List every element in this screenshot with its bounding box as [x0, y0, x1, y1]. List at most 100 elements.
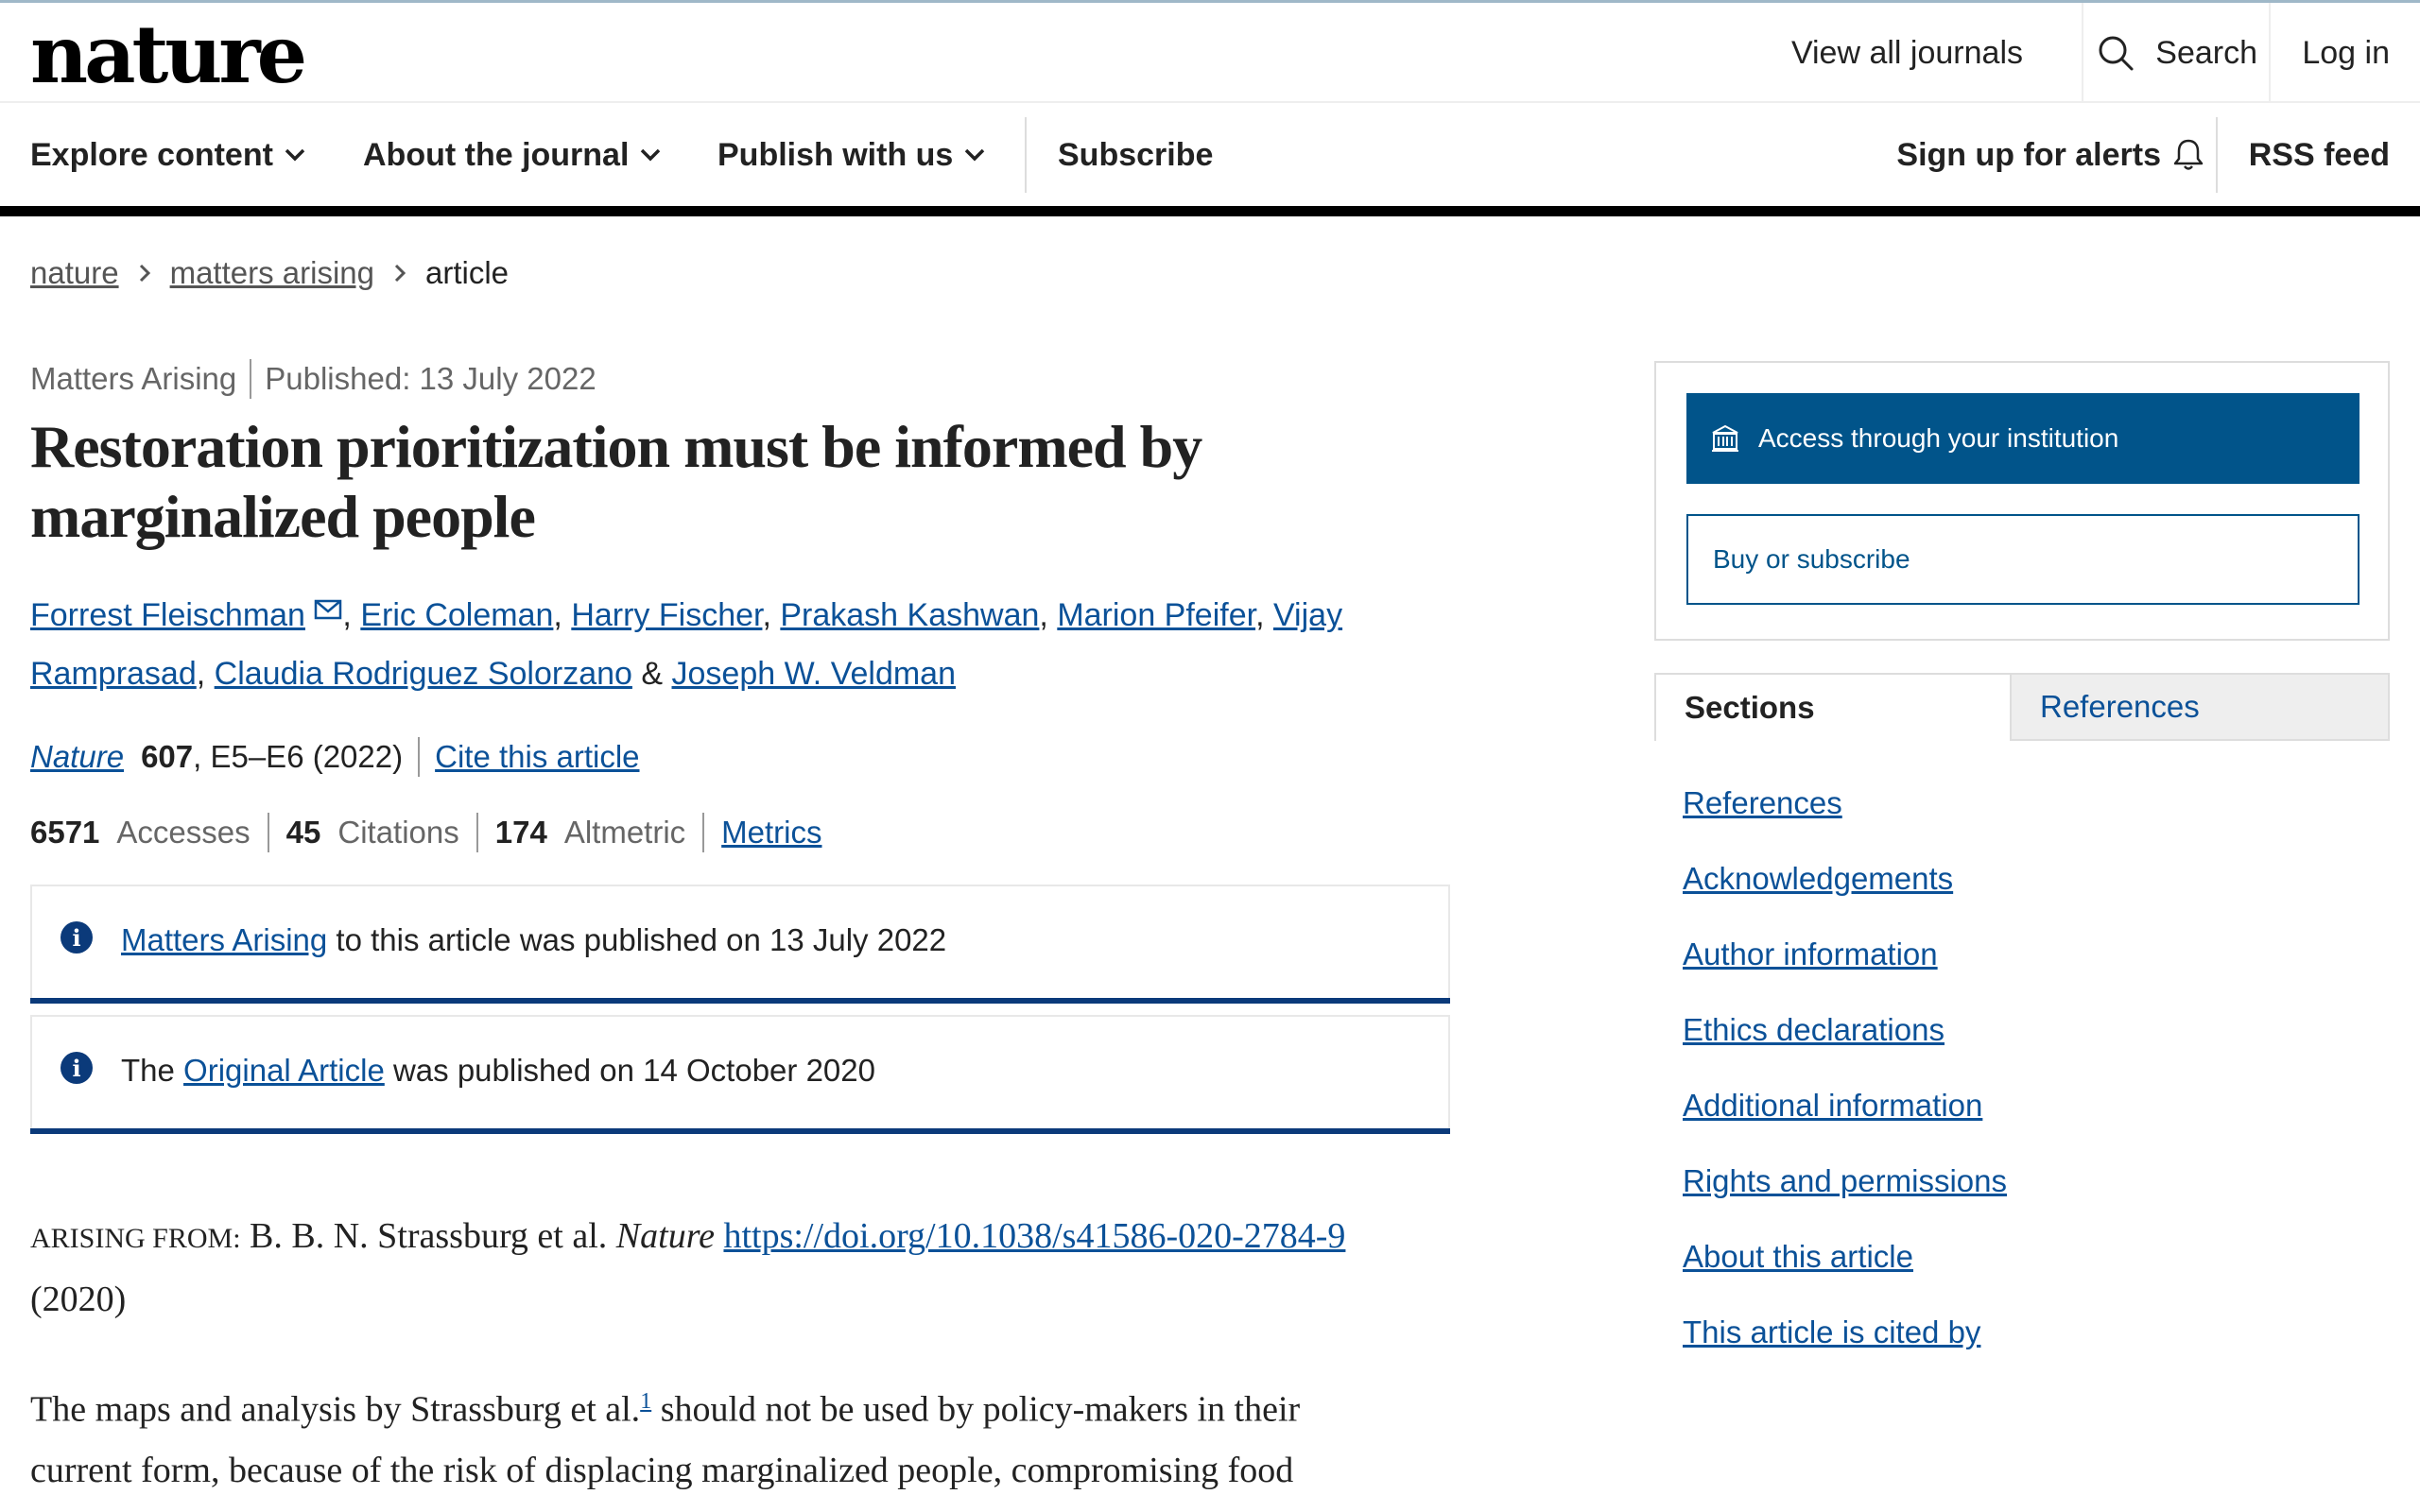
original-article-link[interactable]: Original Article — [183, 1053, 385, 1088]
notice-text: The Original Article was published on 14… — [121, 1053, 875, 1088]
author-link[interactable]: Eric Coleman — [360, 597, 553, 633]
nav-publish-label: Publish with us — [717, 136, 954, 173]
arising-doi-link[interactable]: https://doi.org/10.1038/s41586-020-2784-… — [723, 1216, 1345, 1256]
site-header: nature View all journals Search Log in — [0, 3, 2420, 103]
section-item: Additional information — [1683, 1068, 2007, 1143]
citations-count: 45 — [285, 815, 321, 850]
section-link-additional-information[interactable]: Additional information — [1683, 1088, 1982, 1124]
nav-about-label: About the journal — [363, 136, 630, 173]
cite-this-article-link[interactable]: Cite this article — [435, 739, 639, 775]
metrics-link[interactable]: Metrics — [721, 815, 821, 850]
meta-divider — [250, 359, 252, 399]
author-link[interactable]: Joseph W. Veldman — [672, 656, 957, 692]
body-text: The maps and analysis by Strassburg et a… — [30, 1389, 641, 1430]
pages-year: , E5–E6 (2022) — [193, 739, 404, 774]
access-institution-button[interactable]: Access through your institution — [1686, 393, 2360, 484]
breadcrumb-matters-arising[interactable]: matters arising — [170, 255, 374, 291]
chevron-right-icon — [393, 263, 406, 284]
section-link-references[interactable]: References — [1683, 785, 1842, 821]
author-link[interactable]: Forrest Fleischman — [30, 597, 305, 633]
sidebar-tabs: Sections References — [1654, 673, 2390, 741]
matters-arising-link[interactable]: Matters Arising — [121, 922, 327, 957]
search-icon — [2099, 36, 2134, 71]
article-title: Restoration prioritization must be infor… — [30, 413, 1202, 550]
section-link-about-article[interactable]: About this article — [1683, 1239, 1913, 1275]
info-icon: i — [60, 921, 93, 954]
meta-divider — [475, 813, 478, 852]
section-item: Rights and permissions — [1683, 1143, 2007, 1219]
article-type: Matters Arising — [30, 361, 237, 396]
view-all-journals-link[interactable]: View all journals — [1791, 3, 2023, 103]
nav-publish[interactable]: Publish with us — [717, 104, 985, 206]
login-link[interactable]: Log in — [2302, 3, 2390, 103]
notice-text: Matters Arising to this article was publ… — [121, 922, 947, 957]
chevron-down-icon — [641, 148, 661, 162]
header-divider — [2269, 3, 2271, 103]
access-institution-label: Access through your institution — [1758, 423, 2119, 453]
meta-divider — [702, 813, 705, 852]
tab-sections[interactable]: Sections — [1654, 673, 2010, 741]
main-nav: Explore content About the journal Publis… — [0, 104, 2420, 206]
article-body: The maps and analysis by Strassburg et a… — [30, 1368, 1410, 1501]
section-item: This article is cited by — [1683, 1295, 2007, 1370]
chevron-down-icon — [285, 148, 305, 162]
author-link[interactable]: Claudia Rodriguez Solorzano — [215, 656, 632, 692]
bell-icon — [2173, 139, 2204, 170]
arising-label: ARISING FROM: — [30, 1223, 241, 1254]
section-item: References — [1683, 765, 2007, 841]
section-link-rights-permissions[interactable]: Rights and permissions — [1683, 1163, 2007, 1199]
section-link-acknowledgements[interactable]: Acknowledgements — [1683, 861, 1953, 897]
author-link[interactable]: Prakash Kashwan — [780, 597, 1039, 633]
published-date: Published: 13 July 2022 — [265, 361, 596, 396]
meta-divider — [267, 813, 269, 852]
tab-references[interactable]: References — [2010, 673, 2390, 741]
altmetric-label: Altmetric — [563, 815, 686, 850]
institution-icon — [1712, 424, 1738, 452]
section-link-author-information[interactable]: Author information — [1683, 936, 1938, 972]
access-box: Access through your institution Buy or s… — [1654, 361, 2390, 641]
body-text: should not be used by policy-makers in t… — [651, 1389, 1301, 1430]
section-list: References Acknowledgements Author infor… — [1683, 765, 2007, 1370]
notice-original-article: i The Original Article was published on … — [30, 1015, 1450, 1134]
author-link[interactable]: Harry Fischer — [571, 597, 762, 633]
nav-rss-feed[interactable]: RSS feed — [2249, 104, 2390, 206]
info-icon: i — [60, 1052, 93, 1084]
section-link-ethics-declarations[interactable]: Ethics declarations — [1683, 1012, 1945, 1048]
breadcrumb-current: article — [424, 255, 510, 290]
journal-link[interactable]: Nature — [30, 739, 124, 775]
chevron-right-icon — [138, 263, 151, 284]
nav-divider — [1025, 117, 1027, 193]
section-item: Ethics declarations — [1683, 992, 2007, 1068]
section-link-cited-by[interactable]: This article is cited by — [1683, 1314, 1980, 1350]
breadcrumb-nature[interactable]: nature — [30, 255, 119, 291]
arising-journal: Nature — [615, 1216, 715, 1256]
citations-label: Citations — [337, 815, 459, 850]
volume: 607 — [141, 739, 194, 774]
nature-logo[interactable]: nature — [30, 12, 307, 97]
chevron-down-icon — [965, 148, 985, 162]
meta-divider — [418, 737, 421, 777]
nav-bottom-rule — [0, 206, 2420, 216]
nav-subscribe[interactable]: Subscribe — [1058, 104, 1213, 206]
accesses-count: 6571 — [30, 815, 100, 850]
nav-about-journal[interactable]: About the journal — [363, 104, 661, 206]
accesses-label: Accesses — [116, 815, 251, 850]
article-type-line: Matters Arising Published: 13 July 2022 — [30, 359, 596, 399]
mail-icon[interactable] — [314, 599, 342, 622]
altmetric-count: 174 — [494, 815, 547, 850]
nav-sign-up-alerts[interactable]: Sign up for alerts — [1896, 104, 2204, 206]
reference-link[interactable]: 1 — [640, 1389, 651, 1414]
search-label: Search — [2155, 34, 2257, 71]
buy-or-subscribe-button[interactable]: Buy or subscribe — [1686, 514, 2360, 605]
nav-divider — [2216, 117, 2218, 193]
section-item: Acknowledgements — [1683, 841, 2007, 917]
arising-year: (2020) — [30, 1280, 127, 1319]
section-item: Author information — [1683, 917, 2007, 992]
nav-explore-content[interactable]: Explore content — [30, 104, 305, 206]
search-button[interactable]: Search — [2097, 3, 2257, 103]
arising-from: ARISING FROM: B. B. N. Strassburg et al.… — [30, 1206, 1410, 1330]
author-link[interactable]: Marion Pfeifer — [1057, 597, 1255, 633]
citation-line: Nature 607 , E5–E6 (2022) Cite this arti… — [30, 735, 640, 779]
author-list: Forrest Fleischman , Eric Coleman, Harry… — [30, 597, 1343, 692]
notice-matters-arising: i Matters Arising to this article was pu… — [30, 885, 1450, 1004]
